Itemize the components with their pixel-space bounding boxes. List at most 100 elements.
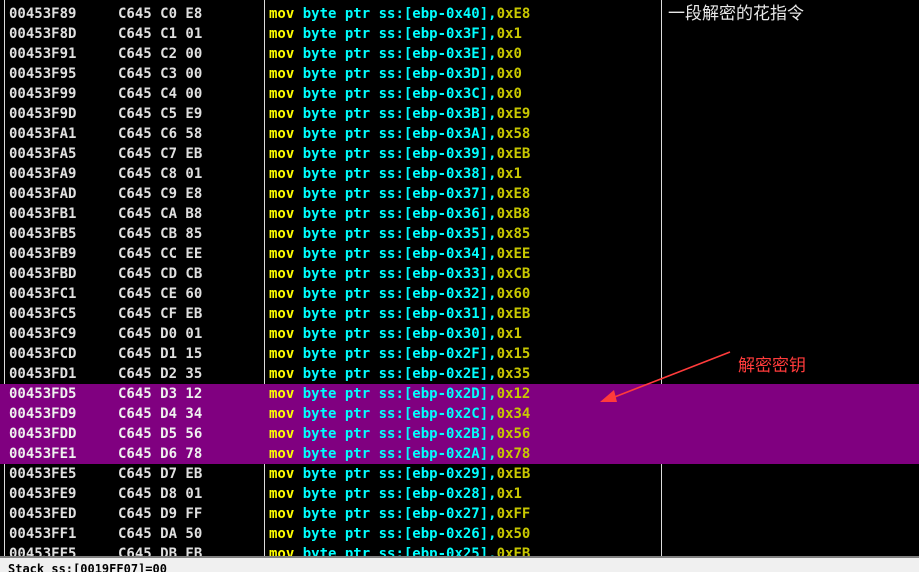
instruction-cell: mov byte ptr ss:[ebp-0x2A],0x78	[269, 444, 530, 464]
hex-bytes-cell: C645 CA B8	[118, 206, 203, 222]
disasm-row-selected[interactable]: 00453FDD C645 D5 56 mov byte ptr ss:[ebp-0…	[0, 424, 919, 444]
disasm-row[interactable]: 00453FBD C645 CD CB mov byte ptr ss:[ebp-0…	[0, 264, 919, 284]
operand: byte ptr ss:[ebp-0x3A],	[302, 126, 497, 142]
address-cell: 00453FD9	[9, 406, 77, 422]
address-cell: 00453F9D	[9, 106, 77, 122]
hex-bytes-cell: C645 C0 E8	[118, 6, 203, 22]
instruction-cell: mov byte ptr ss:[ebp-0x39],0xEB	[269, 144, 530, 164]
immediate-value: 0xEB	[496, 306, 531, 322]
operand: byte ptr ss:[ebp-0x33],	[302, 266, 497, 282]
immediate-value: 0x35	[496, 366, 531, 382]
disasm-row[interactable]: 00453FB9 C645 CC EE mov byte ptr ss:[ebp-0…	[0, 244, 919, 264]
disasm-row[interactable]: 00453FE9 C645 D8 01 mov byte ptr ss:[ebp-0…	[0, 484, 919, 504]
immediate-value: 0xEB	[496, 146, 531, 162]
disasm-row[interactable]: 00453FF5 C645 DB EB mov byte ptr ss:[ebp-0…	[0, 544, 919, 556]
disasm-row-selected[interactable]: 00453FD9 C645 D4 34 mov byte ptr ss:[ebp-0…	[0, 404, 919, 424]
address-cell: 00453FCD	[9, 346, 77, 362]
address-cell: 00453FE9	[9, 486, 77, 502]
mnemonic: mov	[269, 226, 295, 242]
mnemonic: mov	[269, 446, 295, 462]
address-cell: 00453F89	[9, 6, 77, 22]
mnemonic: mov	[269, 106, 295, 122]
immediate-value: 0x85	[496, 226, 531, 242]
operand: byte ptr ss:[ebp-0x37],	[302, 186, 497, 202]
operand: byte ptr ss:[ebp-0x3B],	[302, 106, 497, 122]
hex-bytes-cell: C645 C3 00	[118, 66, 203, 82]
disasm-row-selected[interactable]: 00453FE1 C645 D6 78 mov byte ptr ss:[ebp-0…	[0, 444, 919, 464]
disasm-row[interactable]: 00453FC1 C645 CE 60 mov byte ptr ss:[ebp-0…	[0, 284, 919, 304]
disasm-row[interactable]: 00453FB5 C645 CB 85 mov byte ptr ss:[ebp-0…	[0, 224, 919, 244]
mnemonic: mov	[269, 466, 295, 482]
disasm-row[interactable]: 00453F95 C645 C3 00 mov byte ptr ss:[ebp-0…	[0, 64, 919, 84]
hex-bytes-cell: C645 D4 34	[118, 406, 203, 422]
instruction-cell: mov byte ptr ss:[ebp-0x33],0xCB	[269, 264, 530, 284]
instruction-cell: mov byte ptr ss:[ebp-0x2B],0x56	[269, 424, 530, 444]
hex-bytes-cell: C645 DA 50	[118, 526, 203, 542]
address-cell: 00453FBD	[9, 266, 77, 282]
operand: byte ptr ss:[ebp-0x40],	[302, 6, 497, 22]
operand: byte ptr ss:[ebp-0x35],	[302, 226, 497, 242]
hex-bytes-cell: C645 D7 EB	[118, 466, 203, 482]
hex-bytes-cell: C645 C1 01	[118, 26, 203, 42]
operand: byte ptr ss:[ebp-0x29],	[302, 466, 497, 482]
disasm-row[interactable]: 00453FA1 C645 C6 58 mov byte ptr ss:[ebp-0…	[0, 124, 919, 144]
hex-bytes-cell: C645 C7 EB	[118, 146, 203, 162]
hex-bytes-cell: C645 CD CB	[118, 266, 203, 282]
operand: byte ptr ss:[ebp-0x2A],	[302, 446, 497, 462]
immediate-value: 0x0	[496, 46, 522, 62]
address-cell: 00453F91	[9, 46, 77, 62]
mnemonic: mov	[269, 6, 295, 22]
disasm-row-selected[interactable]: 00453FD5 C645 D3 12 mov byte ptr ss:[ebp-0…	[0, 384, 919, 404]
disasm-row[interactable]: 00453FB1 C645 CA B8 mov byte ptr ss:[ebp-0…	[0, 204, 919, 224]
instruction-cell: mov byte ptr ss:[ebp-0x2E],0x35	[269, 364, 530, 384]
immediate-value: 0x1	[496, 26, 522, 42]
operand: byte ptr ss:[ebp-0x39],	[302, 146, 497, 162]
instruction-cell: mov byte ptr ss:[ebp-0x38],0x1	[269, 164, 522, 184]
operand: byte ptr ss:[ebp-0x2E],	[302, 366, 497, 382]
operand: byte ptr ss:[ebp-0x2C],	[302, 406, 497, 422]
immediate-value: 0xB8	[496, 206, 531, 222]
address-cell: 00453FDD	[9, 426, 77, 442]
comment-text: 一段解密的花指令	[668, 4, 804, 24]
disasm-row[interactable]: 00453F8D C645 C1 01 mov byte ptr ss:[ebp-0…	[0, 24, 919, 44]
address-cell: 00453FA9	[9, 166, 77, 182]
hex-bytes-cell: C645 C6 58	[118, 126, 203, 142]
immediate-value: 0x1	[496, 326, 522, 342]
mnemonic: mov	[269, 86, 295, 102]
instruction-cell: mov byte ptr ss:[ebp-0x3D],0x0	[269, 64, 522, 84]
immediate-value: 0xEB	[496, 466, 531, 482]
operand: byte ptr ss:[ebp-0x3F],	[302, 26, 497, 42]
disassembly-pane[interactable]: 00453F89 C645 C0 E8 mov byte ptr ss:[ebp-0…	[0, 0, 919, 556]
disasm-row[interactable]: 00453FE5 C645 D7 EB mov byte ptr ss:[ebp-0…	[0, 464, 919, 484]
address-cell: 00453FC9	[9, 326, 77, 342]
instruction-cell: mov byte ptr ss:[ebp-0x26],0x50	[269, 524, 530, 544]
mnemonic: mov	[269, 346, 295, 362]
disasm-row[interactable]: 00453F91 C645 C2 00 mov byte ptr ss:[ebp-0…	[0, 44, 919, 64]
disasm-row[interactable]: 00453FF1 C645 DA 50 mov byte ptr ss:[ebp-0…	[0, 524, 919, 544]
hex-bytes-cell: C645 D6 78	[118, 446, 203, 462]
address-cell: 00453FA1	[9, 126, 77, 142]
immediate-value: 0x50	[496, 526, 531, 542]
disasm-row[interactable]: 00453FC5 C645 CF EB mov byte ptr ss:[ebp-0…	[0, 304, 919, 324]
mnemonic: mov	[269, 66, 295, 82]
mnemonic: mov	[269, 186, 295, 202]
disasm-row[interactable]: 00453FAD C645 C9 E8 mov byte ptr ss:[ebp-0…	[0, 184, 919, 204]
disasm-row[interactable]: 00453FC9 C645 D0 01 mov byte ptr ss:[ebp-0…	[0, 324, 919, 344]
instruction-cell: mov byte ptr ss:[ebp-0x30],0x1	[269, 324, 522, 344]
instruction-cell: mov byte ptr ss:[ebp-0x2D],0x12	[269, 384, 530, 404]
disasm-row[interactable]: 00453FED C645 D9 FF mov byte ptr ss:[ebp-0…	[0, 504, 919, 524]
immediate-value: 0xEE	[496, 246, 531, 262]
immediate-value: 0x0	[496, 86, 522, 102]
disasm-row[interactable]: 00453F99 C645 C4 00 mov byte ptr ss:[ebp-0…	[0, 84, 919, 104]
mnemonic: mov	[269, 146, 295, 162]
hex-bytes-cell: C645 CC EE	[118, 246, 203, 262]
operand: byte ptr ss:[ebp-0x34],	[302, 246, 497, 262]
disasm-row[interactable]: 00453FA9 C645 C8 01 mov byte ptr ss:[ebp-0…	[0, 164, 919, 184]
disasm-row[interactable]: 00453FA5 C645 C7 EB mov byte ptr ss:[ebp-0…	[0, 144, 919, 164]
immediate-value: 0x12	[496, 386, 531, 402]
immediate-value: 0xFF	[496, 506, 531, 522]
operand: byte ptr ss:[ebp-0x26],	[302, 526, 497, 542]
hex-bytes-cell: C645 D2 35	[118, 366, 203, 382]
disasm-row[interactable]: 00453F9D C645 C5 E9 mov byte ptr ss:[ebp-0…	[0, 104, 919, 124]
mnemonic: mov	[269, 386, 295, 402]
